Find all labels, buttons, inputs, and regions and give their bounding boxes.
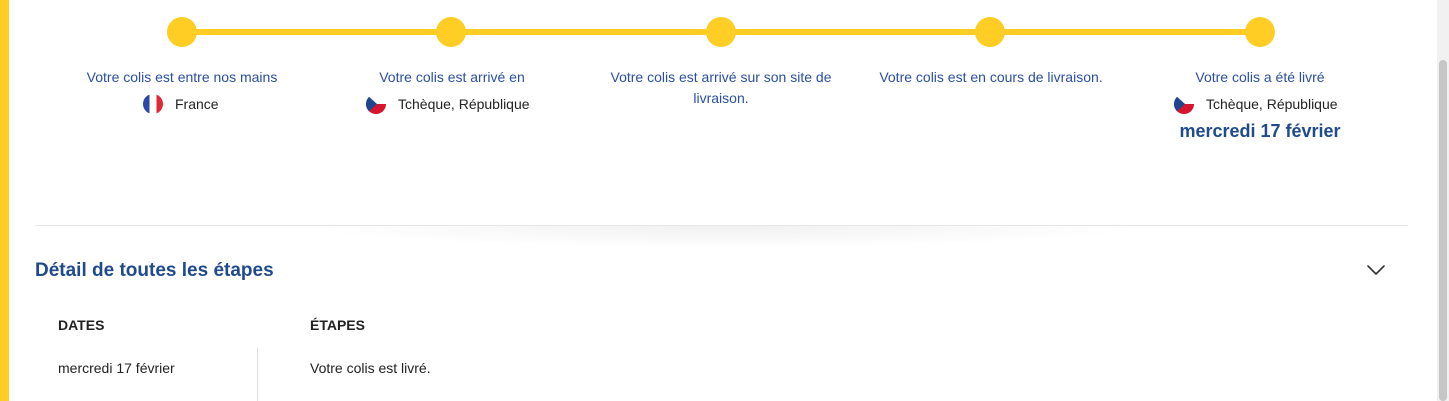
row-date: mercredi 17 février bbox=[58, 360, 175, 376]
step-country: Tchèque, République bbox=[366, 93, 530, 114]
timeline-step-dot bbox=[706, 17, 736, 47]
section-title: Détail de toutes les étapes bbox=[35, 260, 274, 281]
row-step: Votre colis est livré. bbox=[310, 360, 431, 376]
column-header-dates: DATES bbox=[58, 317, 105, 333]
column-header-steps: ÉTAPES bbox=[310, 317, 365, 333]
timeline-step-dot bbox=[1245, 17, 1275, 47]
timeline-step-label: Votre colis est arrivé en bbox=[379, 69, 525, 85]
country-name: France bbox=[175, 95, 219, 112]
timeline-step-label: Votre colis est en cours de livraison. bbox=[879, 69, 1103, 85]
timeline-step-dot bbox=[975, 17, 1005, 47]
timeline-step-dot bbox=[436, 17, 466, 47]
delivery-date: mercredi 17 février bbox=[1179, 121, 1341, 141]
left-accent-bar bbox=[0, 0, 9, 401]
divider-shadow bbox=[300, 226, 1150, 248]
country-name: Tchèque, République bbox=[1206, 95, 1338, 112]
timeline-step-label: Votre colis a été livré bbox=[1195, 69, 1325, 85]
timeline-step-dot bbox=[167, 17, 197, 47]
step-country: Tchèque, République bbox=[1174, 93, 1338, 114]
flag-czech-icon bbox=[1174, 93, 1194, 114]
flag-czech-icon bbox=[366, 93, 386, 114]
vertical-scrollbar[interactable] bbox=[1437, 0, 1449, 401]
column-separator bbox=[257, 348, 258, 401]
step-country: France bbox=[143, 93, 219, 114]
scrollbar-thumb[interactable] bbox=[1439, 60, 1447, 401]
country-name: Tchèque, République bbox=[398, 95, 530, 112]
timeline-step-label: Votre colis est arrivé sur son site de l… bbox=[610, 69, 832, 106]
chevron-down-icon[interactable] bbox=[1366, 262, 1386, 278]
timeline-step-label: Votre colis est entre nos mains bbox=[86, 69, 278, 85]
flag-france-icon bbox=[143, 93, 163, 114]
